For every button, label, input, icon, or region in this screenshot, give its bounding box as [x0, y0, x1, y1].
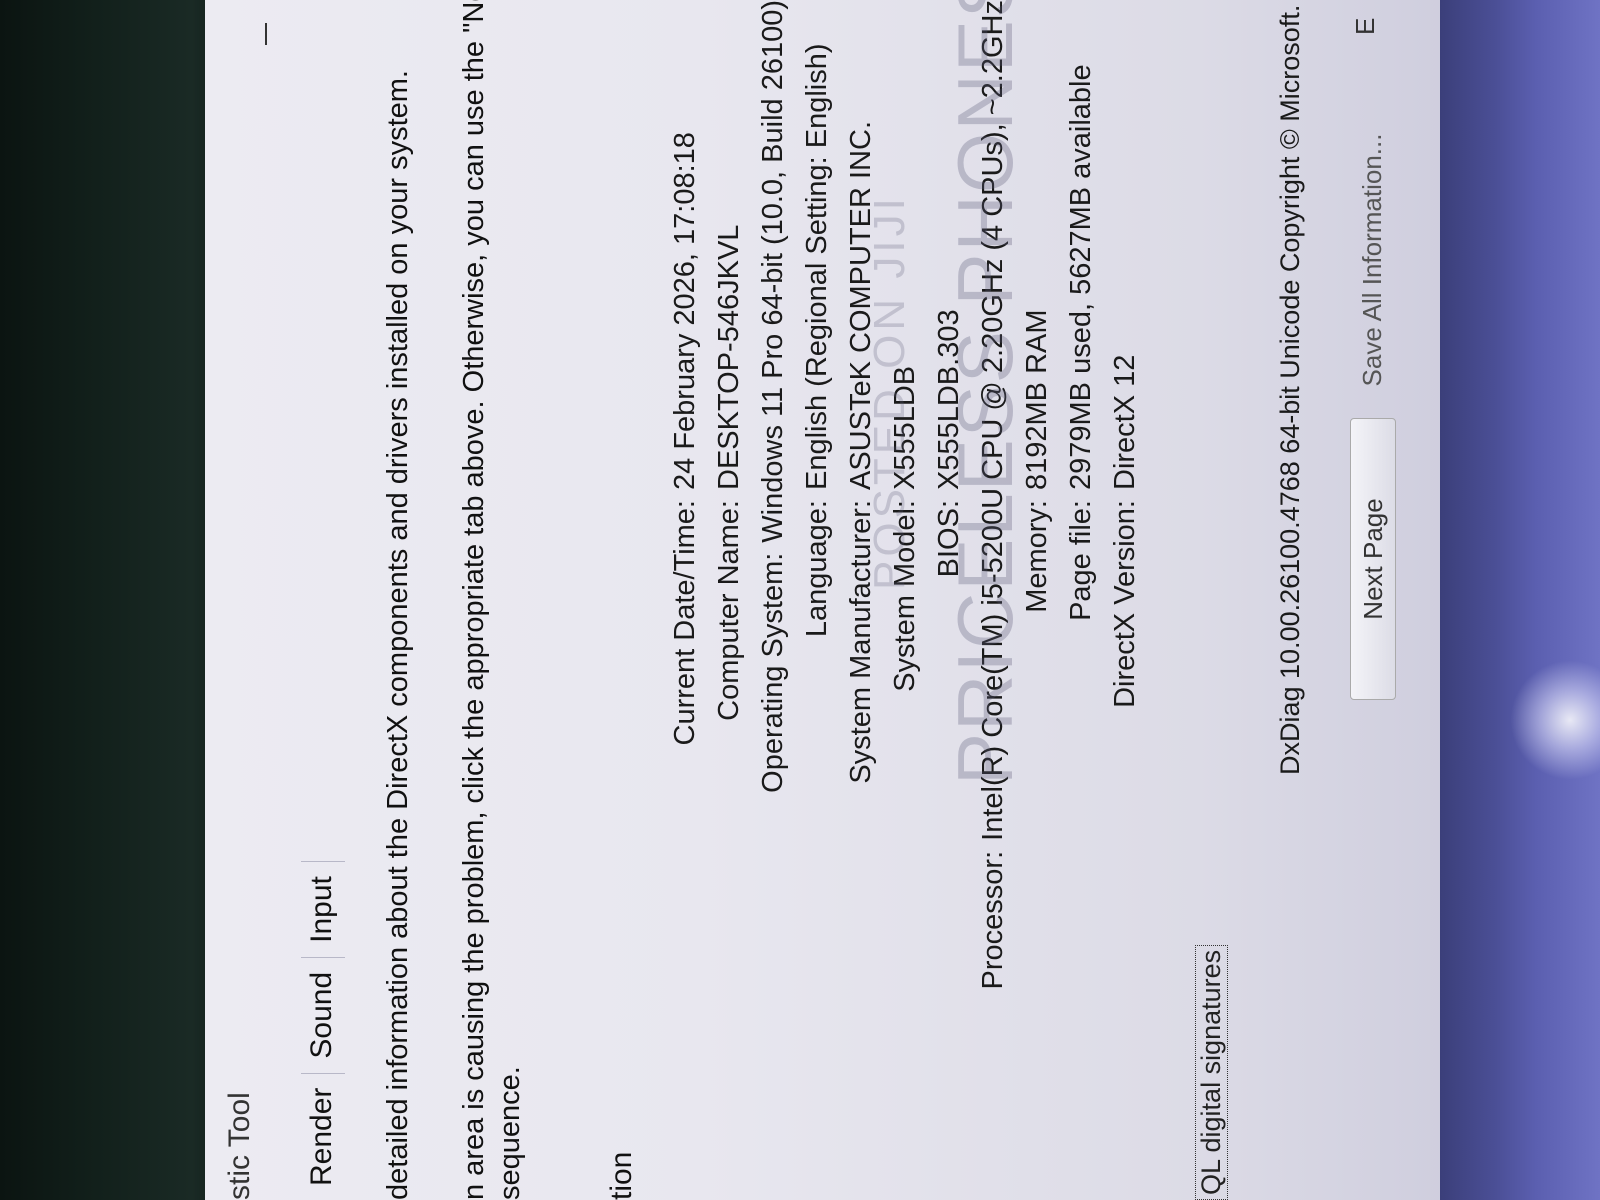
info-label: Language:: [800, 500, 833, 638]
info-label: Operating System:: [756, 552, 789, 793]
info-value: English (Regional Setting: English): [800, 43, 833, 490]
info-value: 2979MB used, 5627MB available: [1064, 64, 1097, 490]
info-row-language: Language: English (Regional Setting: Eng…: [795, 0, 839, 1200]
info-value: DirectX 12: [1108, 354, 1141, 490]
info-value: 24 February 2026, 17:08:18: [668, 132, 701, 490]
tab-input[interactable]: Input: [301, 861, 345, 957]
tab-bar: Render Sound Input: [301, 861, 345, 1200]
info-label: Processor:: [976, 850, 1009, 990]
version-footer: DxDiag 10.00.26100.4768 64-bit Unicode C…: [1275, 0, 1305, 775]
system-info-list: Current Date/Time: 24 February 2026, 17:…: [663, 0, 1147, 1200]
info-row-datetime: Current Date/Time: 24 February 2026, 17:…: [663, 0, 707, 1200]
description-line-2: n area is causing the problem, click the…: [458, 0, 490, 1200]
save-all-information-button[interactable]: Save All Information...: [1350, 120, 1394, 400]
info-row-computer-name: Computer Name: DESKTOP-546JKVL: [707, 0, 751, 1200]
info-label: Computer Name:: [712, 500, 745, 721]
info-row-model: System Model: X555LDB: [883, 0, 927, 1200]
info-label: DirectX Version:: [1108, 500, 1141, 708]
dxdiag-dialog: stic Tool Render Sound Input detailed in…: [205, 0, 1445, 1200]
tab-sound[interactable]: Sound: [301, 956, 345, 1073]
minimize-icon[interactable]: [265, 23, 267, 45]
description-text: detailed information about the DirectX c…: [380, 0, 528, 1200]
photo-scene: stic Tool Render Sound Input detailed in…: [0, 0, 1600, 1200]
info-label: Page file:: [1064, 500, 1097, 621]
description-line-1: detailed information about the DirectX c…: [382, 70, 414, 1200]
button-bar: Next Page Save All Information...: [1350, 120, 1396, 700]
info-label: System Model:: [888, 500, 921, 692]
next-page-button[interactable]: Next Page: [1350, 418, 1396, 700]
info-row-manufacturer: System Manufacturer: ASUSTeK COMPUTER IN…: [839, 0, 883, 1200]
whql-checkbox-label[interactable]: QL digital signatures: [1195, 944, 1228, 1200]
info-row-os: Operating System: Windows 11 Pro 64-bit …: [751, 0, 795, 1200]
laptop-screen: stic Tool Render Sound Input detailed in…: [205, 0, 1445, 1200]
info-label: System Manufacturer:: [844, 500, 877, 784]
window-title: stic Tool: [223, 1092, 256, 1200]
info-value: Windows 11 Pro 64-bit (10.0, Build 26100…: [756, 0, 789, 543]
info-row-page-file: Page file: 2979MB used, 5627MB available: [1059, 0, 1103, 1200]
info-label: Current Date/Time:: [668, 500, 701, 746]
screen-bezel: [1440, 0, 1600, 1200]
section-title: tion: [605, 1151, 638, 1200]
description-line-3: sequence.: [494, 1066, 526, 1200]
info-value: DESKTOP-546JKVL: [712, 224, 745, 490]
info-row-directx-version: DirectX Version: DirectX 12: [1103, 0, 1147, 1200]
watermark-posted: POSTED ON JIJI: [865, 194, 914, 590]
watermark-seller: PRICELESS PHONES: [941, 0, 1029, 785]
exit-button[interactable]: E: [1350, 18, 1381, 35]
tab-render[interactable]: Render: [301, 1072, 345, 1200]
whql-checkbox-row[interactable]: QL digital signatures: [1195, 944, 1228, 1200]
